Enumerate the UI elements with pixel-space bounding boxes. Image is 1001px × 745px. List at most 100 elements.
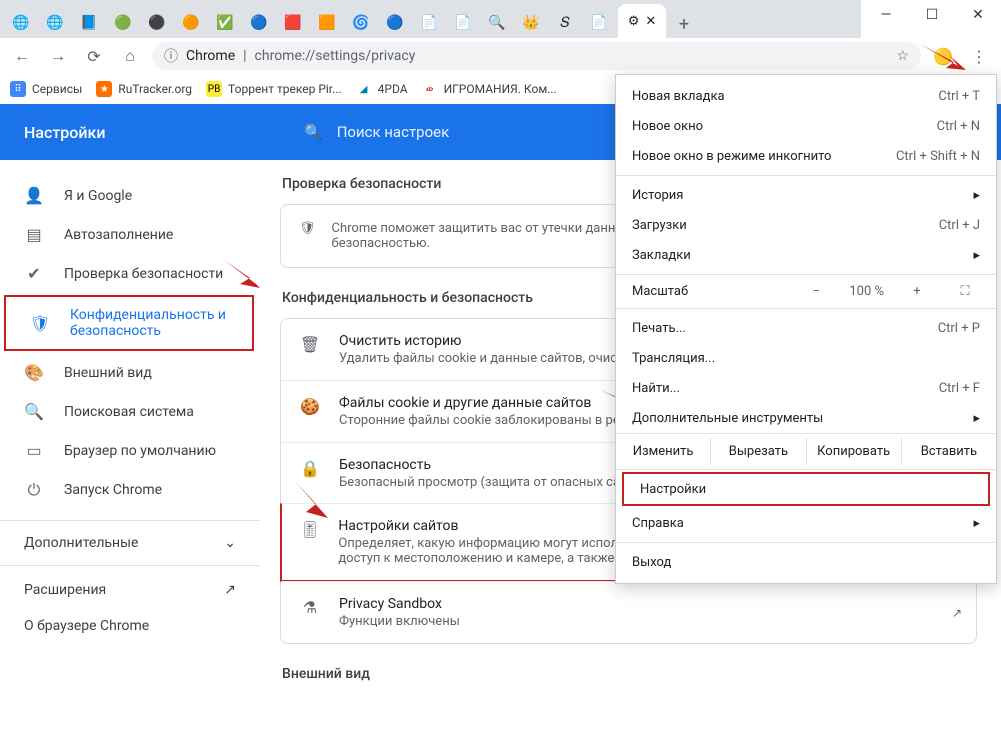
bookmark-4pda[interactable]: ◢4PDA [356, 81, 408, 97]
trash-icon: 🗑 [299, 333, 321, 354]
external-link-icon: ↗ [224, 582, 236, 598]
row-privacy-sandbox[interactable]: ⚗ Privacy SandboxФункции включены ↗ [281, 581, 976, 643]
bookmark-igromania[interactable]: ወИГРОМАНИЯ. Ком... [422, 81, 557, 97]
menu-edit-label: Изменить [616, 438, 710, 465]
reload-button[interactable]: ⟳ [80, 42, 108, 70]
new-tab-button[interactable]: + [670, 10, 698, 38]
chevron-right-icon: ▸ [973, 188, 980, 203]
menu-paste[interactable]: Вставить [901, 438, 996, 465]
chevron-right-icon: ▸ [973, 411, 980, 426]
tab-15[interactable]: 🔍 [482, 8, 512, 38]
autofill-icon: ▤ [24, 225, 44, 244]
search-icon: 🔍 [304, 123, 323, 141]
sidebar-item-safety-check[interactable]: ✔Проверка безопасности [0, 254, 240, 293]
profile-avatar[interactable]: 🟡 [929, 42, 957, 70]
lock-icon: 🔒 [299, 457, 321, 478]
fullscreen-button[interactable]: ⛶ [950, 284, 980, 299]
section-title-appearance: Внешний вид [282, 666, 977, 682]
tab-favicon: ⚙ [628, 14, 640, 29]
menu-help[interactable]: Справка▸ [616, 508, 996, 538]
sidebar-about[interactable]: О браузере Chrome [0, 608, 260, 644]
menu-new-tab[interactable]: Новая вкладкаCtrl + T [616, 81, 996, 111]
tab-12[interactable]: 🔵 [380, 8, 410, 38]
menu-exit[interactable]: Выход [616, 547, 996, 577]
cookie-icon: 🍪 [299, 395, 321, 416]
tab-4[interactable]: 🟢 [108, 8, 138, 38]
tab-13[interactable]: 📄 [414, 8, 444, 38]
tab-close-icon[interactable]: ✕ [645, 14, 656, 29]
tab-2[interactable]: 🌐 [40, 8, 70, 38]
url-path: chrome://settings/privacy [255, 48, 416, 64]
menu-settings[interactable]: Настройки [624, 474, 988, 504]
menu-cast[interactable]: Трансляция... [616, 343, 996, 373]
tab-10[interactable]: 🟧 [312, 8, 342, 38]
url-host: Chrome [186, 48, 235, 64]
menu-print[interactable]: Печать...Ctrl + P [616, 313, 996, 343]
zoom-value: 100 % [849, 284, 884, 299]
chrome-main-menu: Новая вкладкаCtrl + T Новое окноCtrl + N… [615, 74, 997, 584]
tab-11[interactable]: 🌀 [346, 8, 376, 38]
forward-button[interactable]: → [44, 42, 72, 70]
tab-6[interactable]: 🟠 [176, 8, 206, 38]
sidebar-item-appearance[interactable]: 🎨Внешний вид [0, 353, 240, 392]
tab-17[interactable]: 𝑆 [550, 8, 580, 38]
shield-icon: 🛡 [30, 314, 50, 333]
tab-strip: 🌐 🌐 📘 🟢 ⚫ 🟠 ✅ 🔵 🟥 🟧 🌀 🔵 📄 📄 🔍 👑 𝑆 📄 ⚙ ✕ … [0, 0, 861, 38]
sidebar-item-privacy[interactable]: 🛡Конфиденциальность и безопасность [6, 297, 232, 349]
sidebar-item-autofill[interactable]: ▤Автозаполнение [0, 215, 240, 254]
settings-title: Настройки [0, 123, 284, 142]
tab-14[interactable]: 📄 [448, 8, 478, 38]
tab-active-settings[interactable]: ⚙ ✕ [618, 4, 666, 38]
tab-9[interactable]: 🟥 [278, 8, 308, 38]
site-info-icon[interactable]: ⓘ [164, 46, 178, 66]
home-button[interactable]: ⌂ [116, 42, 144, 70]
settings-sidebar: 👤Я и Google ▤Автозаполнение ✔Проверка бе… [0, 160, 260, 745]
tab-18[interactable]: 📄 [584, 8, 614, 38]
bookmark-services[interactable]: ⠿Сервисы [10, 81, 82, 97]
menu-history[interactable]: История▸ [616, 180, 996, 210]
tab-5[interactable]: ⚫ [142, 8, 172, 38]
zoom-out-button[interactable]: − [801, 284, 831, 299]
tab-7[interactable]: ✅ [210, 8, 240, 38]
zoom-in-button[interactable]: + [902, 284, 932, 299]
search-icon: 🔍 [24, 402, 44, 421]
menu-downloads[interactable]: ЗагрузкиCtrl + J [616, 210, 996, 240]
chevron-right-icon: ▸ [973, 248, 980, 263]
tab-8[interactable]: 🔵 [244, 8, 274, 38]
shield-check-icon: 🛡 [299, 221, 316, 251]
back-button[interactable]: ← [8, 42, 36, 70]
menu-bookmarks[interactable]: Закладки▸ [616, 240, 996, 270]
menu-new-window[interactable]: Новое окноCtrl + N [616, 111, 996, 141]
menu-more-tools[interactable]: Дополнительные инструменты▸ [616, 403, 996, 433]
tab-3[interactable]: 📘 [74, 8, 104, 38]
chevron-down-icon: ⌄ [224, 535, 236, 551]
sidebar-item-search-engine[interactable]: 🔍Поисковая система [0, 392, 240, 431]
browser-icon: ▭ [24, 441, 44, 460]
flask-icon: ⚗ [299, 596, 321, 617]
palette-icon: 🎨 [24, 363, 44, 382]
sidebar-item-you-and-google[interactable]: 👤Я и Google [0, 176, 240, 215]
external-link-icon: ↗ [952, 606, 962, 620]
bookmark-pirate[interactable]: PBТоррент трекер Pir... [206, 81, 342, 97]
sidebar-advanced[interactable]: Дополнительные⌄ [0, 520, 260, 565]
menu-zoom: Масштаб − 100 % + ⛶ [616, 279, 996, 304]
bookmark-star-icon[interactable]: ☆ [896, 48, 909, 64]
menu-incognito[interactable]: Новое окно в режиме инкогнитоCtrl + Shif… [616, 141, 996, 171]
sidebar-item-on-startup[interactable]: ⏻Запуск Chrome [0, 470, 240, 510]
maximize-button[interactable]: ☐ [909, 0, 955, 30]
tab-16[interactable]: 👑 [516, 8, 546, 38]
minimize-button[interactable]: — [863, 0, 909, 30]
menu-copy[interactable]: Копировать [806, 438, 901, 465]
sidebar-extensions[interactable]: Расширения↗ [0, 572, 260, 608]
bookmark-rutracker[interactable]: ★RuTracker.org [96, 81, 192, 97]
tab-1[interactable]: 🌐 [6, 8, 36, 38]
chrome-menu-button[interactable]: ⋮ [965, 42, 993, 70]
address-bar[interactable]: ⓘ Chrome | chrome://settings/privacy ☆ [152, 42, 921, 70]
browser-toolbar: ← → ⟳ ⌂ ⓘ Chrome | chrome://settings/pri… [0, 38, 1001, 75]
menu-cut[interactable]: Вырезать [710, 438, 805, 465]
chevron-right-icon: ▸ [973, 516, 980, 531]
sidebar-item-default-browser[interactable]: ▭Браузер по умолчанию [0, 431, 240, 470]
menu-edit-row: Изменить Вырезать Копировать Вставить [616, 433, 996, 470]
menu-find[interactable]: Найти...Ctrl + F [616, 373, 996, 403]
close-button[interactable]: ✕ [955, 0, 1001, 30]
